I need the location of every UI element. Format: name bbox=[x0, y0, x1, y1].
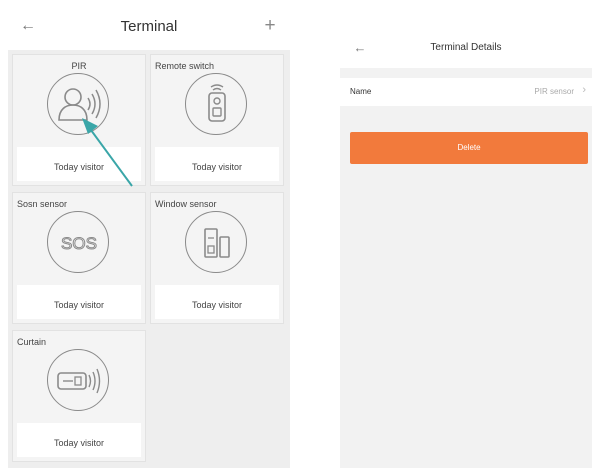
device-name: Sosn sensor bbox=[17, 199, 68, 209]
curtain-icon bbox=[47, 349, 109, 411]
today-visitor-label: Today visitor bbox=[53, 300, 105, 310]
name-value: PIR sensor bbox=[534, 87, 574, 96]
today-visitor-bar: Today visitor bbox=[155, 285, 279, 319]
page-title: Terminal bbox=[120, 18, 178, 35]
svg-text:SOS: SOS bbox=[61, 234, 97, 253]
sos-icon: SOS bbox=[47, 211, 109, 273]
page-title: Terminal Details bbox=[430, 42, 502, 53]
device-name: Window sensor bbox=[155, 199, 217, 209]
details-header: ← Terminal Details bbox=[340, 28, 592, 68]
today-visitor-bar: Today visitor bbox=[17, 285, 141, 319]
today-visitor-bar: Today visitor bbox=[155, 147, 279, 181]
pir-motion-icon bbox=[47, 73, 109, 135]
window-sensor-icon bbox=[185, 211, 247, 273]
name-setting-row[interactable]: Name PIR sensor › bbox=[340, 78, 592, 106]
terminal-header: ← Terminal + bbox=[8, 6, 290, 50]
device-tile-remote-switch[interactable]: Remote switch Today visitor bbox=[150, 54, 284, 186]
today-visitor-label: Today visitor bbox=[191, 300, 243, 310]
name-label: Name bbox=[350, 87, 372, 96]
chevron-right-icon: › bbox=[582, 84, 586, 96]
today-visitor-bar: Today visitor bbox=[17, 423, 141, 457]
device-tile-sos-sensor[interactable]: Sosn sensor SOS Today visitor bbox=[12, 192, 146, 324]
remote-switch-icon bbox=[185, 73, 247, 135]
today-visitor-label: Today visitor bbox=[53, 438, 105, 448]
today-visitor-label: Today visitor bbox=[191, 162, 243, 172]
delete-button[interactable]: Delete bbox=[350, 132, 588, 164]
device-tile-curtain[interactable]: Curtain Today visitor bbox=[12, 330, 146, 462]
today-visitor-bar: Today visitor bbox=[17, 147, 141, 181]
device-name: PIR bbox=[71, 61, 87, 71]
device-tile-pir[interactable]: PIR Today visitor bbox=[12, 54, 146, 186]
device-name: Curtain bbox=[17, 337, 47, 347]
device-name: Remote switch bbox=[155, 61, 215, 71]
add-plus-icon[interactable]: + bbox=[260, 15, 280, 37]
today-visitor-label: Today visitor bbox=[53, 162, 105, 172]
device-grid: PIR Today visitor Remote switch Today vi… bbox=[8, 50, 290, 468]
terminal-screen: ← Terminal + PIR Today visitor Remote sw… bbox=[8, 6, 290, 468]
device-tile-window-sensor[interactable]: Window sensor Today visitor bbox=[150, 192, 284, 324]
terminal-details-screen: ← Terminal Details Name PIR sensor › Del… bbox=[340, 28, 592, 468]
